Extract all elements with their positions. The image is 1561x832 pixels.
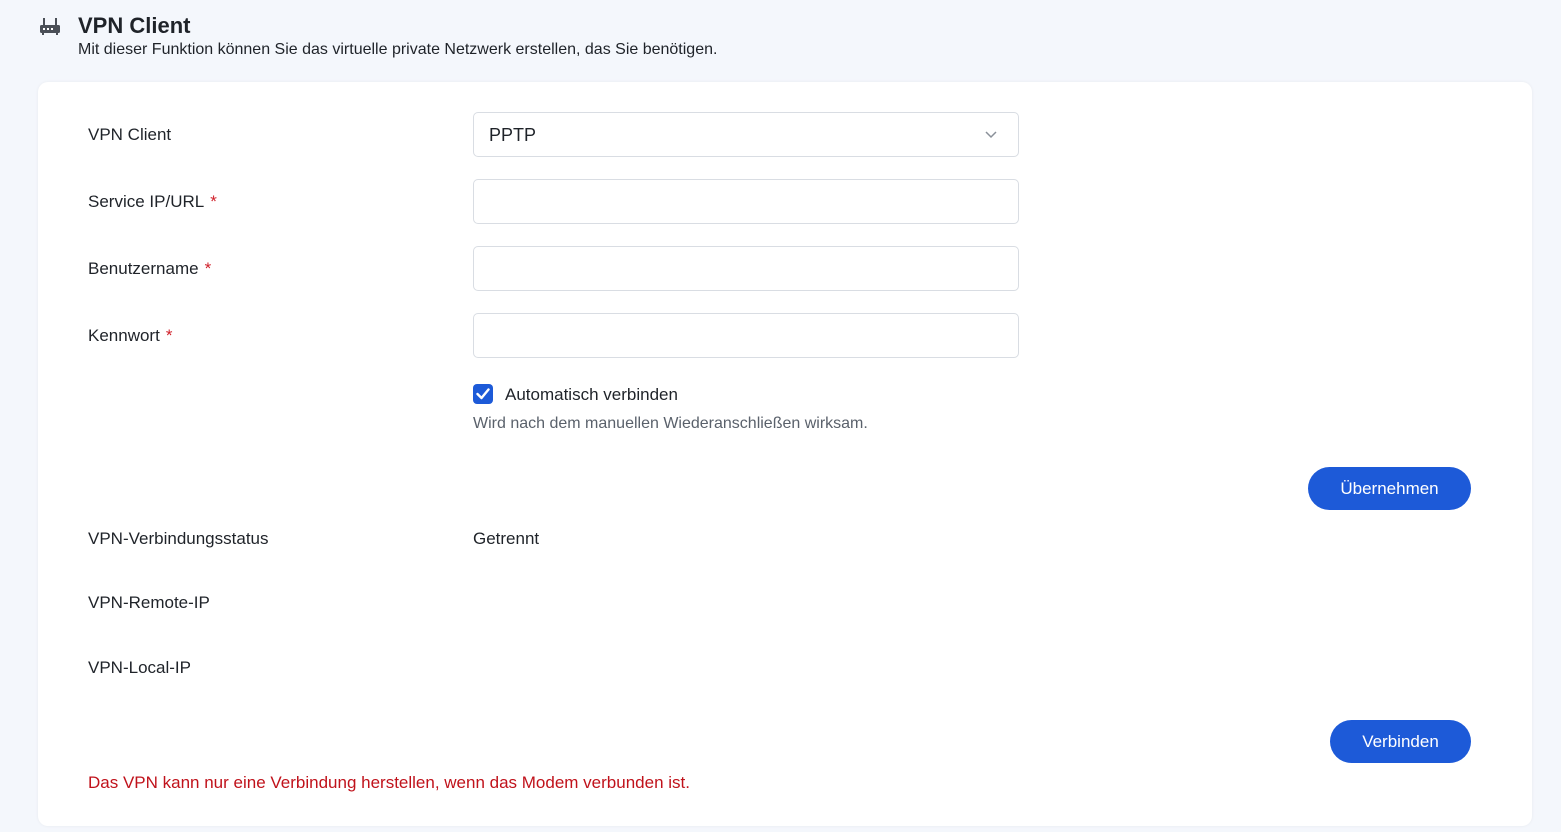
service-ip-label: Service IP/URL * (88, 191, 217, 213)
chevron-down-icon (984, 128, 998, 142)
connection-status-value: Getrennt (473, 529, 540, 548)
required-mark: * (165, 326, 173, 345)
password-input[interactable] (474, 314, 1018, 357)
auto-connect-hint: Wird nach dem manuellen Wiederanschließe… (473, 415, 868, 432)
modem-warning-text: Das VPN kann nur eine Verbindung herstel… (88, 773, 690, 792)
connect-button[interactable]: Verbinden (1330, 720, 1471, 763)
vpn-client-selected-value: PPTP (489, 125, 537, 145)
page-subtitle: Mit dieser Funktion können Sie das virtu… (78, 41, 718, 58)
vpn-client-card: VPN Client PPTP Service IP/URL * Benutzer… (38, 82, 1532, 826)
vpn-client-label: VPN Client (88, 124, 171, 146)
local-ip-label: VPN-Local-IP (88, 658, 191, 677)
username-label: Benutzername * (88, 258, 211, 280)
username-input[interactable] (474, 247, 1018, 290)
connection-status-label: VPN-Verbindungsstatus (88, 529, 269, 548)
password-field-wrapper (473, 313, 1019, 358)
service-ip-label-text: Service IP/URL (88, 192, 205, 211)
password-label: Kennwort * (88, 325, 172, 347)
username-label-text: Benutzername (88, 259, 199, 278)
auto-connect-label[interactable]: Automatisch verbinden (505, 384, 678, 406)
vpn-client-select[interactable]: PPTP (473, 112, 1019, 157)
router-icon (38, 15, 62, 37)
vpn-client-label-text: VPN Client (88, 125, 172, 144)
apply-button[interactable]: Übernehmen (1308, 467, 1471, 510)
service-ip-field-wrapper (473, 179, 1019, 224)
required-mark: * (210, 192, 217, 211)
checkmark-icon (476, 388, 490, 400)
service-ip-input[interactable] (474, 180, 1018, 223)
auto-connect-checkbox[interactable] (473, 384, 493, 404)
username-field-wrapper (473, 246, 1019, 291)
page-title: VPN Client (78, 13, 191, 38)
required-mark: * (204, 259, 212, 278)
password-label-text: Kennwort (88, 326, 160, 345)
page-header: VPN Client Mit dieser Funktion können Si… (0, 0, 1561, 80)
remote-ip-label: VPN-Remote-IP (88, 593, 210, 612)
